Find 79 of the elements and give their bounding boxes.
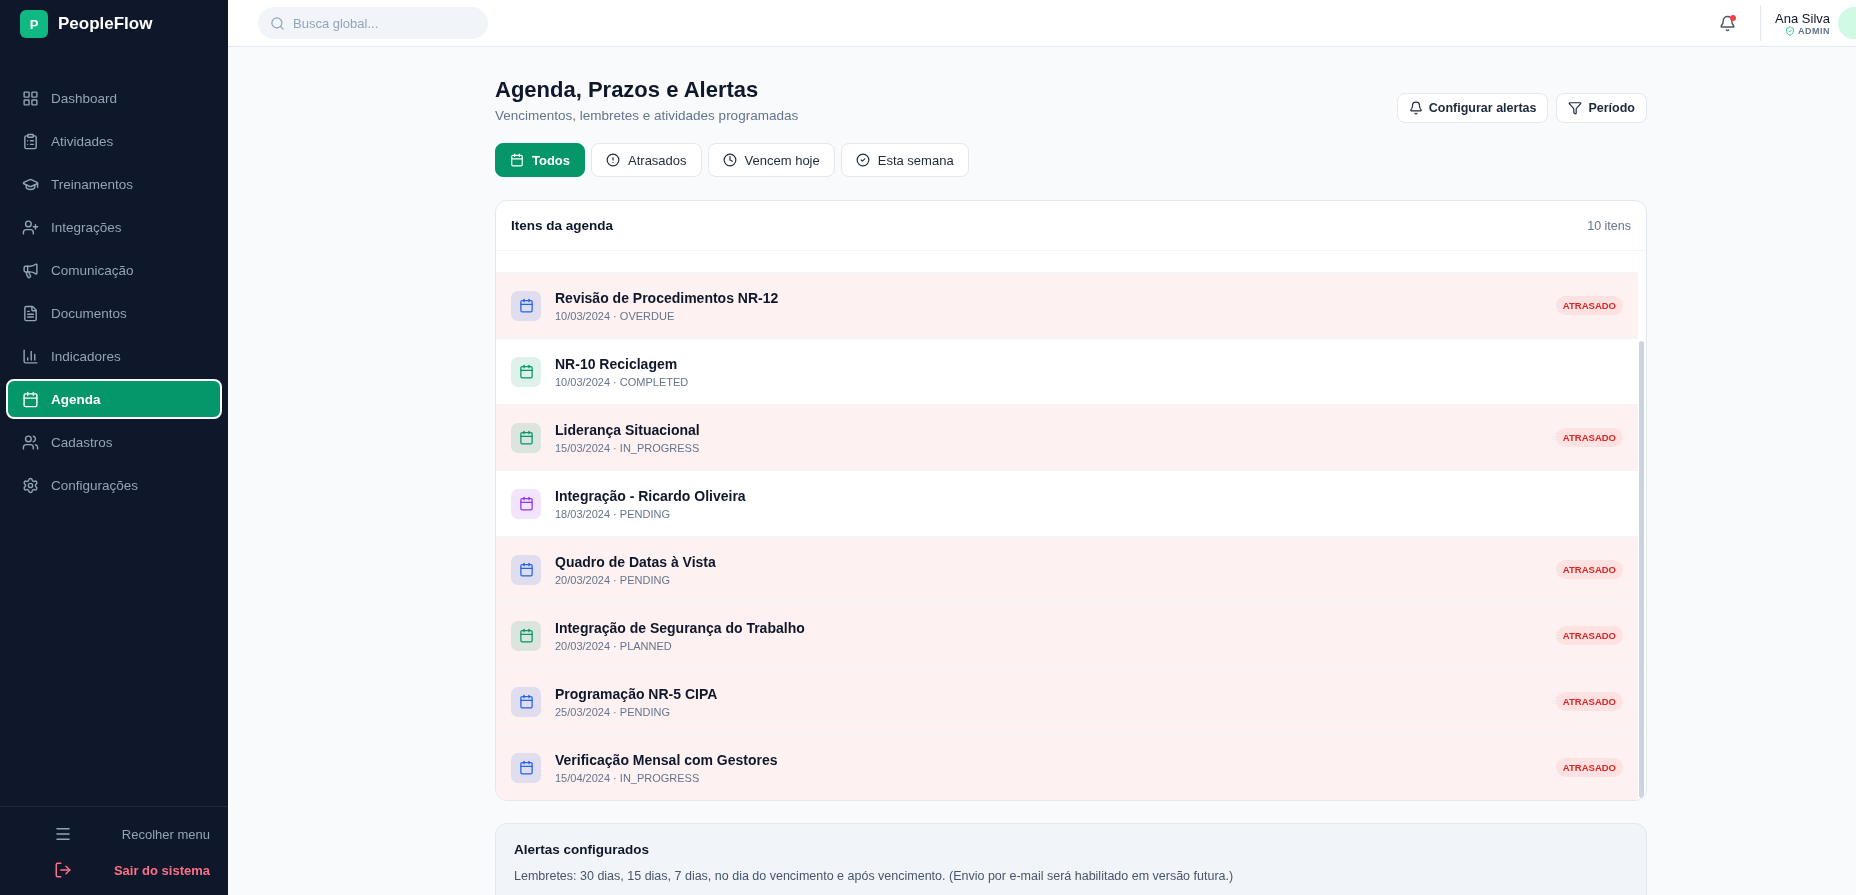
users-icon <box>22 433 39 451</box>
item-date-status: 20/03/2024 · PENDING <box>555 573 671 586</box>
check-circle-icon <box>855 153 870 167</box>
bell-icon <box>1408 101 1423 115</box>
grid-icon <box>22 89 39 107</box>
filter-tab[interactable]: Atrasados <box>591 143 702 177</box>
agenda-row[interactable]: Revisão de Procedimentos NR-12 10/03/2024 · OVERDUE ATRASADO <box>496 272 1638 338</box>
action-button[interactable]: Período <box>1556 93 1647 123</box>
user-plus-icon <box>22 218 39 236</box>
action-button[interactable]: Configurar alertas <box>1396 93 1549 123</box>
agenda-row[interactable]: Verificação Mensal com Gestores 15/04/2024 · IN_PROGRESS ATRASADO <box>496 734 1638 800</box>
item-title: Integração de Segurança do Trabalho <box>555 619 806 636</box>
filter-tab[interactable]: Vencem hoje <box>707 143 835 177</box>
item-date-status: 18/03/2024 · PENDING <box>555 507 671 520</box>
search-field[interactable]: Busca global... <box>258 7 488 39</box>
brand-name: PeopleFlow <box>58 14 153 34</box>
sidebar-item[interactable]: Comunicação <box>6 250 222 290</box>
agenda-row[interactable]: Quadro de Datas à Vista 20/03/2024 · PENDING ATRASADO <box>496 536 1638 602</box>
item-title: NR-10 Reciclagem <box>555 355 679 372</box>
page-subtitle: Vencimentos, lembretes e atividades programadas <box>495 108 799 123</box>
search-icon <box>270 16 285 31</box>
shield-icon <box>1785 25 1795 36</box>
sidebar-item[interactable]: Configurações <box>6 465 222 505</box>
document-icon <box>22 304 39 322</box>
avatar[interactable] <box>1838 7 1856 39</box>
clipboard-icon <box>22 132 39 150</box>
agenda-row[interactable]: Liderança Situacional 15/03/2024 · IN_PROGRESS ATRASADO <box>496 404 1638 470</box>
item-date-status: 20/03/2024 · PLANNED <box>555 639 673 652</box>
filter-tab[interactable]: Esta semana <box>840 143 969 177</box>
item-title: Integração - Ricardo Oliveira <box>555 487 747 504</box>
item-date-status: 10/03/2024 · OVERDUE <box>555 309 676 322</box>
logout-button[interactable]: Sair do sistema <box>18 857 210 883</box>
filter-icon <box>1568 101 1583 115</box>
overdue-badge: ATRASADO <box>1555 692 1623 711</box>
sidebar-item[interactable]: Documentos <box>6 293 222 333</box>
overdue-badge: ATRASADO <box>1555 758 1623 777</box>
item-date-status: 25/03/2024 · PENDING <box>555 705 671 718</box>
item-title: Verificação Mensal com Gestores <box>555 751 779 768</box>
overdue-badge: ATRASADO <box>1555 626 1623 645</box>
scrollbar[interactable] <box>1639 341 1644 798</box>
alerts-title: Alertas configurados <box>514 842 651 857</box>
page-title: Agenda, Prazos e Alertas <box>495 77 760 103</box>
filter-tab[interactable]: Todos <box>495 143 586 177</box>
item-date-status: 15/03/2024 · IN_PROGRESS <box>555 441 701 454</box>
sidebar-item[interactable]: Integrações <box>6 207 222 247</box>
item-date-status: 10/03/2024 · COMPLETED <box>555 375 690 388</box>
sidebar-item[interactable]: Agenda <box>6 379 222 419</box>
menu-icon <box>54 825 72 843</box>
item-count: 10 itens <box>1587 218 1631 233</box>
calendar-icon <box>22 390 39 408</box>
item-title: Revisão de Procedimentos NR-12 <box>555 289 780 306</box>
sidebar-item[interactable]: Atividades <box>6 121 222 161</box>
sidebar-item[interactable]: Indicadores <box>6 336 222 376</box>
overdue-badge: ATRASADO <box>1555 296 1623 315</box>
alerts-text: Lembretes: 30 dias, 15 dias, 7 dias, no dia do vencimento e após vencimento. (Envio por e-mail será habilitado em versão futura.) <box>514 869 1235 883</box>
item-title: Quadro de Datas à Vista <box>555 553 717 570</box>
overdue-badge: ATRASADO <box>1555 560 1623 579</box>
calendar-icon <box>510 153 524 167</box>
logout-icon <box>54 861 72 879</box>
sidebar-item[interactable]: Cadastros <box>6 422 222 462</box>
collapse-menu-button[interactable]: Recolher menu <box>18 821 210 847</box>
settings-icon <box>22 476 39 494</box>
card-title: Itens da agenda <box>511 218 614 233</box>
clock-icon <box>722 153 737 167</box>
user-role: ADMIN <box>1785 25 1830 36</box>
agenda-row[interactable]: Programação NR-5 CIPA 25/03/2024 · PENDING ATRASADO <box>496 668 1638 734</box>
overdue-badge: ATRASADO <box>1555 428 1623 447</box>
agenda-row[interactable]: Integração de Segurança do Trabalho 20/03/2024 · PLANNED ATRASADO <box>496 602 1638 668</box>
item-date-status: 15/04/2024 · IN_PROGRESS <box>555 771 701 784</box>
bell-icon <box>1719 14 1737 32</box>
bar-chart-icon <box>22 347 39 365</box>
item-title: Liderança Situacional <box>555 421 701 438</box>
logo-icon: P <box>20 10 48 38</box>
sidebar-item[interactable]: Dashboard <box>6 78 222 118</box>
megaphone-icon <box>22 261 39 279</box>
item-title: Programação NR-5 CIPA <box>555 685 719 702</box>
alert-circle-icon <box>606 153 621 167</box>
user-name: Ana Silva <box>1775 10 1830 26</box>
sidebar-item[interactable]: Treinamentos <box>6 164 222 204</box>
